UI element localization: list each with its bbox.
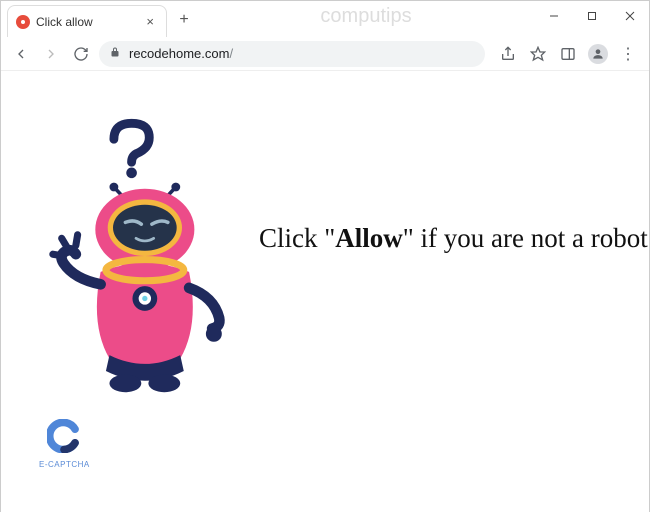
browser-tab[interactable]: Click allow ×: [7, 5, 167, 37]
ecaptcha-badge: E-CAPTCHA: [39, 419, 90, 469]
close-tab-button[interactable]: ×: [144, 14, 156, 29]
back-button[interactable]: [9, 42, 33, 66]
address-bar: recodehome.com/ ⋮: [1, 37, 649, 71]
forward-button[interactable]: [39, 42, 63, 66]
captcha-message: Click "Allow" if you are not a robot: [259, 221, 648, 256]
lock-icon: [109, 45, 121, 63]
robot-image: [21, 111, 251, 406]
message-post: " if you are not a robot: [403, 223, 648, 253]
new-tab-button[interactable]: +: [171, 7, 197, 33]
message-pre: Click ": [259, 223, 335, 253]
tab-title: Click allow: [36, 15, 138, 29]
reload-button[interactable]: [69, 42, 93, 66]
kebab-icon: ⋮: [620, 44, 636, 64]
minimize-button[interactable]: [535, 1, 573, 31]
ecaptcha-logo-icon: [39, 419, 90, 462]
url-path: /: [229, 46, 233, 61]
watermark: computips: [320, 5, 411, 28]
question-mark-icon: [114, 123, 149, 178]
omnibox[interactable]: recodehome.com/: [99, 41, 485, 67]
close-window-button[interactable]: [611, 1, 649, 31]
side-panel-button[interactable]: [555, 41, 581, 67]
maximize-button[interactable]: [573, 1, 611, 31]
favicon-icon: [16, 15, 30, 29]
share-button[interactable]: [495, 41, 521, 67]
page-viewport: Click "Allow" if you are not a robot E-C…: [1, 71, 649, 513]
url-text: recodehome.com/: [129, 46, 233, 61]
address-actions: ⋮: [495, 41, 641, 67]
url-domain: recodehome.com: [129, 46, 229, 61]
titlebar-spacer: computips: [197, 1, 535, 28]
bookmark-button[interactable]: [525, 41, 551, 67]
window-controls: [535, 1, 649, 31]
profile-avatar-icon: [588, 44, 608, 64]
menu-button[interactable]: ⋮: [615, 41, 641, 67]
message-allow-word: Allow: [335, 223, 403, 253]
titlebar: Click allow × + computips: [1, 1, 649, 37]
ecaptcha-label: E-CAPTCHA: [39, 460, 90, 469]
profile-button[interactable]: [585, 41, 611, 67]
